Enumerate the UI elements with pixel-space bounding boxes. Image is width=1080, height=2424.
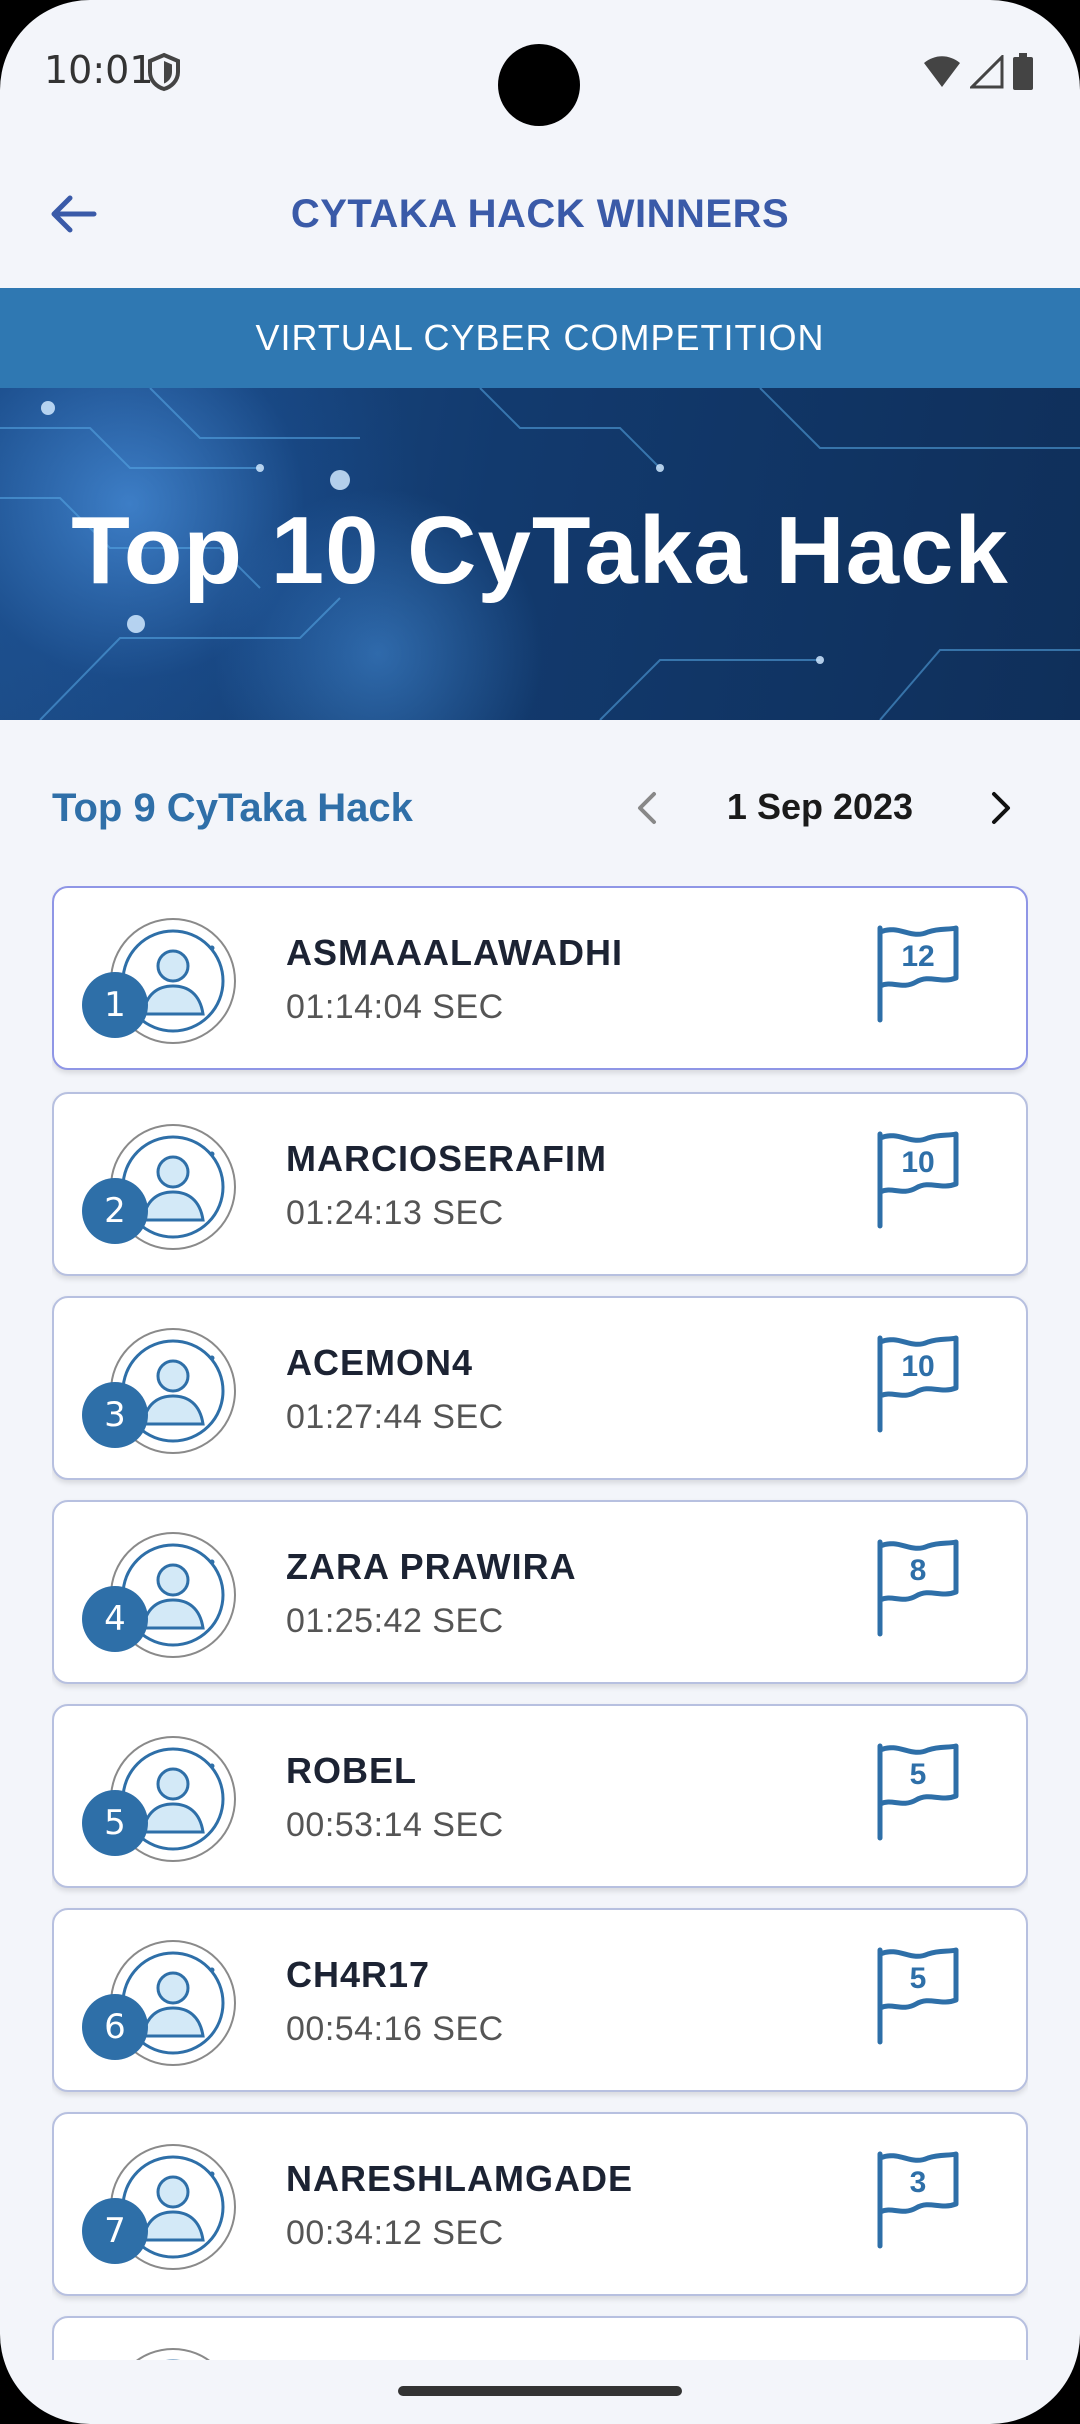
flag-count: 5 (909, 1758, 927, 1791)
rank-badge: 2 (82, 1178, 148, 1244)
leaderboard-card[interactable]: 3 ACEMON4 01:27:44 SEC 10 (52, 1296, 1028, 1480)
rank-badge: 7 (82, 2198, 148, 2264)
flag-count: 10 (901, 1146, 935, 1179)
player-time: 01:27:44 SEC (286, 1398, 504, 1436)
flag-count: 10 (901, 1350, 935, 1383)
player-time: 01:24:13 SEC (286, 1194, 504, 1232)
wifi-icon (924, 56, 960, 87)
player-name: ASMAAALAWADHI (286, 932, 623, 973)
section-title: Top 9 CyTaka Hack (52, 786, 413, 830)
flag-icon (877, 2151, 959, 2249)
signal-icon (970, 55, 1004, 89)
rank-badge: 1 (82, 972, 148, 1038)
section-header: Top 9 CyTaka Hack 1 Sep 2023 (0, 770, 1080, 850)
shield-icon (148, 52, 180, 92)
flag-icon (877, 925, 959, 1023)
status-icons (922, 52, 1034, 92)
flag-icon (877, 1539, 959, 1637)
flag-count: 5 (909, 1962, 927, 1995)
leaderboard-list: 1 ASMAAALAWADHI 01:14:04 SEC 12 2 MARCIO… (52, 886, 1028, 2360)
leaderboard-card[interactable]: 7 NARESHLAMGADE 00:34:12 SEC 3 (52, 2112, 1028, 2296)
chevron-right-icon[interactable] (976, 784, 1024, 832)
status-bar: 10:01 (0, 0, 1080, 140)
flag-icon (877, 1131, 959, 1229)
flag-icon (877, 1335, 959, 1433)
flag-icon (877, 1743, 959, 1841)
rank-badge: 4 (82, 1586, 148, 1652)
home-indicator[interactable] (398, 2386, 682, 2396)
player-name: NARESHLAMGADE (286, 2158, 634, 2199)
rank-badge: 6 (82, 1994, 148, 2060)
player-time: 01:25:42 SEC (286, 1602, 504, 1640)
flag-count: 3 (909, 2166, 927, 2199)
rank-badge: 5 (82, 1790, 148, 1856)
chevron-left-icon[interactable] (624, 784, 672, 832)
competition-strip: VIRTUAL CYBER COMPETITION (0, 288, 1080, 388)
player-name: ACEMON4 (286, 1342, 474, 1383)
phone-screen: 10:01 CYTAKA HACK WINNERS VIRTUAL CYBER … (0, 0, 1080, 2424)
player-name: ROBEL (286, 1750, 417, 1791)
camera-cutout (498, 44, 580, 126)
player-time: 01:14:04 SEC (286, 988, 504, 1026)
leaderboard-card[interactable]: 5 ROBEL 00:53:14 SEC 5 (52, 1704, 1028, 1888)
page-title: CYTAKA HACK WINNERS (290, 192, 790, 236)
player-name: MARCIOSERAFIM (286, 1138, 607, 1179)
leaderboard-card[interactable]: 6 CH4R17 00:54:16 SEC 5 (52, 1908, 1028, 2092)
leaderboard-card[interactable]: 4 ZARA PRAWIRA 01:25:42 SEC 8 (52, 1500, 1028, 1684)
flag-icon (877, 1947, 959, 2045)
player-name: ZARA PRAWIRA (286, 1546, 577, 1587)
battery-icon (1013, 53, 1033, 90)
rank-badge: 3 (82, 1382, 148, 1448)
player-time: 00:34:12 SEC (286, 2214, 504, 2252)
date-label: 1 Sep 2023 (726, 786, 914, 827)
flag-count: 12 (901, 940, 935, 973)
flag-count: 8 (909, 1554, 927, 1587)
top-app-bar: CYTAKA HACK WINNERS (0, 140, 1080, 290)
hero-title: Top 10 CyTaka Hack (71, 497, 1009, 604)
status-time: 10:01 (44, 48, 154, 92)
player-time: 00:54:16 SEC (286, 2010, 504, 2048)
hero-banner: Top 10 CyTaka Hack (0, 388, 1080, 720)
player-name: CH4R17 (286, 1954, 431, 1995)
player-time: 00:53:14 SEC (286, 1806, 504, 1844)
avatar-icon (136, 2348, 210, 2360)
leaderboard-card[interactable]: 1 ASMAAALAWADHI 01:14:04 SEC 12 (52, 886, 1028, 1070)
leaderboard-card[interactable] (52, 2316, 1028, 2360)
leaderboard-card[interactable]: 2 MARCIOSERAFIM 01:24:13 SEC 10 (52, 1092, 1028, 1276)
